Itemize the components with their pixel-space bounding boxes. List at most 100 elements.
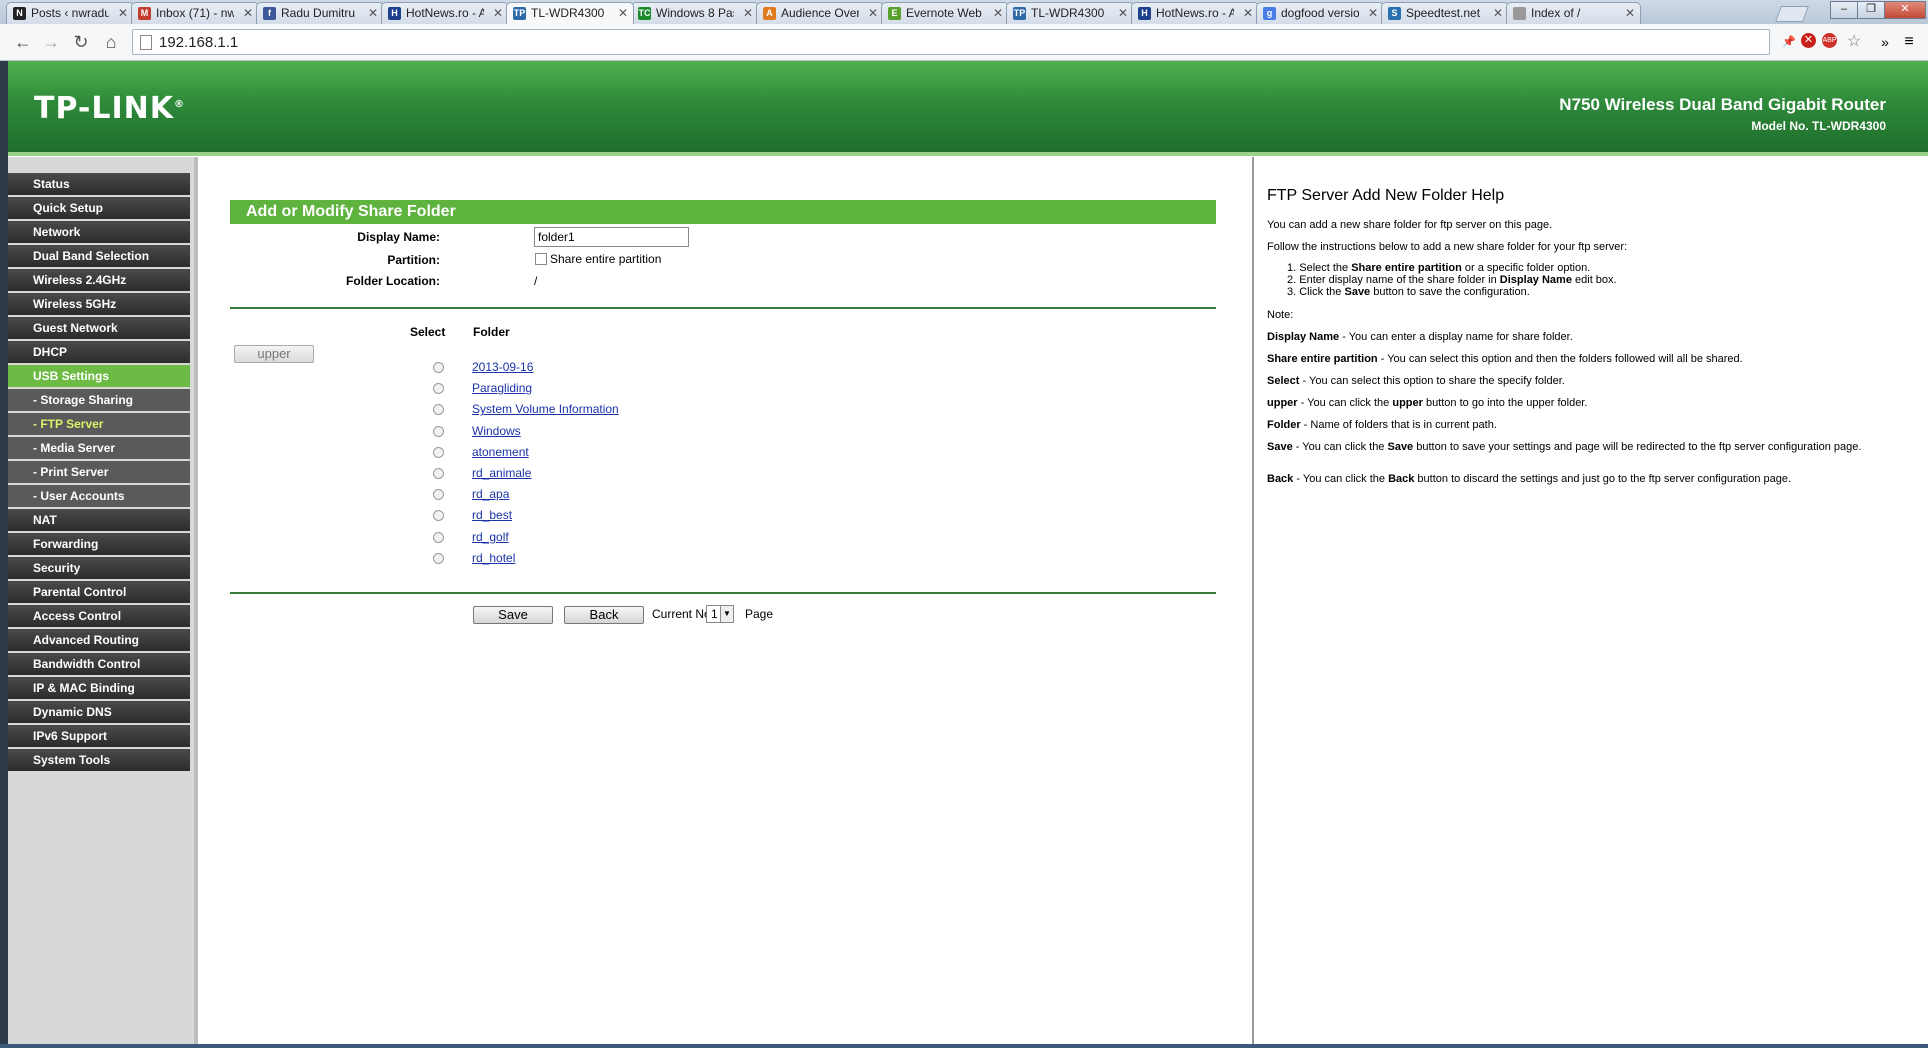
menu-item-nat[interactable]: NAT (8, 509, 190, 531)
folder-select-radio[interactable] (433, 425, 444, 437)
browser-tab[interactable]: TP TL-WDR4300 ✕ (506, 2, 634, 24)
browser-tab[interactable]: A Audience Over ✕ (756, 2, 884, 24)
close-tab-icon[interactable]: ✕ (118, 6, 128, 20)
menu-item-usb-settings[interactable]: USB Settings (8, 365, 190, 387)
browser-tab[interactable]: g dogfood versio ✕ (1256, 2, 1384, 24)
home-icon[interactable]: ⌂ (100, 31, 122, 53)
folder-link[interactable]: rd_best (472, 508, 512, 522)
folder-link[interactable]: System Volume Information (472, 402, 619, 416)
menu-icon[interactable]: ≡ (1900, 33, 1918, 51)
close-tab-icon[interactable]: ✕ (743, 6, 753, 20)
close-tab-icon[interactable]: ✕ (993, 6, 1003, 20)
browser-tabstrip: N Posts ‹ nwradu ✕ M Inbox (71) - nw ✕ f Radu D… (0, 0, 1928, 24)
menu-item-ip-mac-binding[interactable]: IP & MAC Binding (8, 677, 190, 699)
menu-item-ftp-server[interactable]: - FTP Server (8, 413, 190, 435)
page-label: Page (745, 607, 774, 621)
close-tab-icon[interactable]: ✕ (368, 6, 378, 20)
folder-link[interactable]: Windows (472, 424, 521, 438)
menu-item-guest-network[interactable]: Guest Network (8, 317, 190, 339)
close-tab-icon[interactable]: ✕ (1625, 6, 1635, 20)
browser-tab[interactable]: Index of / ✕ (1506, 2, 1641, 24)
menu-item-media-server[interactable]: - Media Server (8, 437, 190, 459)
browser-tab[interactable]: E Evernote Web ✕ (881, 2, 1009, 24)
save-button[interactable]: Save (473, 606, 553, 624)
folder-link[interactable]: rd_golf (472, 530, 509, 544)
menu-item-security[interactable]: Security (8, 557, 190, 579)
folder-select-radio[interactable] (433, 510, 444, 522)
folder-link[interactable]: Paragliding (472, 381, 532, 395)
address-bar[interactable]: 192.168.1.1 (132, 29, 1770, 55)
close-tab-icon[interactable]: ✕ (1243, 6, 1253, 20)
forward-arrow-icon[interactable]: → (40, 31, 62, 53)
folder-row: rd_golf (433, 528, 833, 548)
menu-item-advanced-routing[interactable]: Advanced Routing (8, 629, 190, 651)
browser-tab[interactable]: S Speedtest.net b ✕ (1381, 2, 1509, 24)
browser-tab[interactable]: M Inbox (71) - nw ✕ (131, 2, 259, 24)
folder-select-radio[interactable] (433, 468, 444, 479)
folder-select-radio[interactable] (433, 531, 444, 543)
close-tab-icon[interactable]: ✕ (1118, 6, 1128, 20)
menu-item-wireless-2-4ghz[interactable]: Wireless 2.4GHz (8, 269, 190, 291)
browser-tab[interactable]: TP TL-WDR4300 ✕ (1006, 2, 1134, 24)
menu-item-parental-control[interactable]: Parental Control (8, 581, 190, 603)
folder-link[interactable]: rd_animale (472, 466, 531, 480)
folder-link[interactable]: atonement (472, 445, 529, 459)
menu-item-dual-band-selection[interactable]: Dual Band Selection (8, 245, 190, 267)
browser-tab[interactable]: H HotNews.ro - A ✕ (1131, 2, 1259, 24)
star-icon[interactable]: ☆ (1845, 33, 1863, 51)
share-entire-partition-checkbox[interactable] (535, 253, 547, 265)
folder-location-label: Folder Location: (346, 274, 440, 288)
browser-tab[interactable]: H HotNews.ro - A ✕ (381, 2, 509, 24)
folder-link[interactable]: rd_apa (472, 487, 509, 501)
help-step-bold: Save (1344, 286, 1371, 298)
menu-item-system-tools[interactable]: System Tools (8, 749, 190, 771)
menu-item-forwarding[interactable]: Forwarding (8, 533, 190, 555)
folder-link[interactable]: rd_hotel (472, 551, 515, 565)
folder-select-radio[interactable] (433, 552, 444, 564)
menu-item-user-accounts[interactable]: - User Accounts (8, 485, 190, 507)
adblock-icon[interactable]: ABP (1822, 33, 1837, 48)
help-intro: You can add a new share folder for ftp s… (1267, 219, 1553, 231)
back-button[interactable]: Back (564, 606, 644, 624)
reload-icon[interactable]: ↻ (70, 31, 92, 53)
menu-item-quick-setup[interactable]: Quick Setup (8, 197, 190, 219)
folder-link[interactable]: 2013-09-16 (472, 360, 533, 374)
upper-button[interactable]: upper (234, 345, 314, 363)
menu-item-network[interactable]: Network (8, 221, 190, 243)
menu-item-wireless-5ghz[interactable]: Wireless 5GHz (8, 293, 190, 315)
menu-item-print-server[interactable]: - Print Server (8, 461, 190, 483)
browser-tab[interactable]: f Radu Dumitru ✕ (256, 2, 384, 24)
folder-select-radio[interactable] (433, 489, 444, 501)
close-tab-icon[interactable]: ✕ (1493, 6, 1503, 20)
menu-item-status[interactable]: Status (8, 173, 190, 195)
minimize-button[interactable]: – (1830, 1, 1858, 19)
folder-select-radio[interactable] (433, 404, 444, 416)
folder-row: rd_animale (433, 464, 833, 484)
menu-item-ipv6-support[interactable]: IPv6 Support (8, 725, 190, 747)
close-tab-icon[interactable]: ✕ (493, 6, 503, 20)
browser-tab[interactable]: N Posts ‹ nwradu ✕ (6, 2, 134, 24)
close-window-button[interactable]: ✕ (1884, 1, 1926, 19)
pin-icon[interactable]: 📌 (1780, 33, 1798, 51)
overflow-chevron-icon[interactable]: » (1876, 33, 1894, 51)
close-tab-icon[interactable]: ✕ (618, 6, 628, 20)
back-arrow-icon[interactable]: ← (12, 31, 34, 53)
close-tab-icon[interactable]: ✕ (1368, 6, 1378, 20)
menu-item-access-control[interactable]: Access Control (8, 605, 190, 627)
folder-select-radio[interactable] (433, 446, 444, 458)
new-tab-button[interactable] (1775, 6, 1809, 22)
menu-item-dynamic-dns[interactable]: Dynamic DNS (8, 701, 190, 723)
menu-item-bandwidth-control[interactable]: Bandwidth Control (8, 653, 190, 675)
help-note-term: Save (1267, 441, 1293, 453)
display-name-input[interactable] (534, 227, 689, 247)
maximize-button[interactable]: ❐ (1857, 1, 1885, 19)
folder-select-radio[interactable] (433, 383, 444, 395)
close-tab-icon[interactable]: ✕ (243, 6, 253, 20)
stop-extension-icon[interactable]: ✕ (1801, 33, 1816, 48)
page-select[interactable]: 1 ▼ (706, 605, 734, 623)
browser-tab[interactable]: TC Windows 8 Pas ✕ (631, 2, 759, 24)
menu-item-storage-sharing[interactable]: - Storage Sharing (8, 389, 190, 411)
menu-item-dhcp[interactable]: DHCP (8, 341, 190, 363)
close-tab-icon[interactable]: ✕ (868, 6, 878, 20)
folder-select-radio[interactable] (433, 362, 444, 373)
